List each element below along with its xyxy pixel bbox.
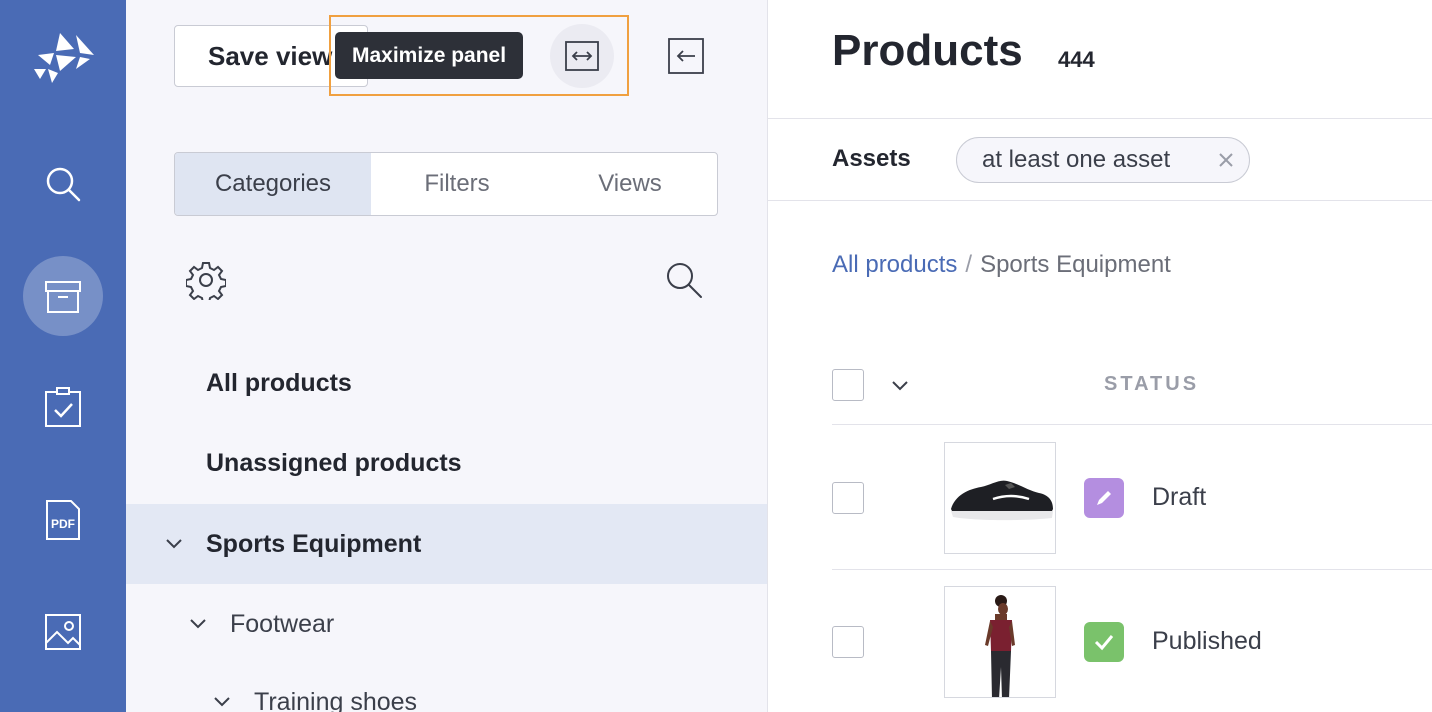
nav-tasks[interactable] xyxy=(0,367,126,447)
breadcrumb-current: Sports Equipment xyxy=(980,251,1171,278)
search-icon xyxy=(46,167,81,202)
logo-icon xyxy=(34,33,94,83)
gear-icon[interactable] xyxy=(186,260,226,300)
remove-filter-button[interactable] xyxy=(1215,138,1237,182)
tree-item-all-products[interactable]: All products xyxy=(126,343,767,423)
close-icon xyxy=(1219,153,1233,167)
category-search-icon[interactable] xyxy=(664,260,704,300)
nav-active-bubble xyxy=(23,256,103,336)
athlete-image xyxy=(985,595,1015,697)
row-checkbox[interactable] xyxy=(832,482,864,514)
nav-products[interactable] xyxy=(0,256,126,336)
pencil-icon xyxy=(1097,491,1111,505)
breadcrumb: All products / Sports Equipment xyxy=(832,251,1171,279)
tab-filters[interactable]: Filters xyxy=(371,153,543,215)
tab-categories[interactable]: Categories xyxy=(175,153,371,215)
status-text: Published xyxy=(1152,627,1262,655)
sneaker-image xyxy=(951,480,1053,521)
filter-chip-label: at least one asset xyxy=(982,146,1171,173)
categories-panel: Save view Maximize panel Categories Filt… xyxy=(126,0,768,712)
chevron-down-icon[interactable] xyxy=(164,534,184,554)
chevron-down-icon[interactable] xyxy=(188,614,208,634)
status-column-header[interactable]: STATUS xyxy=(1104,373,1199,396)
divider xyxy=(832,569,1432,570)
tree-item-sports-equipment[interactable]: Sports Equipment xyxy=(126,504,767,584)
divider xyxy=(768,118,1432,119)
products-content: Products 444 Assets at least one asset A… xyxy=(768,0,1432,712)
divider xyxy=(768,200,1432,201)
panel-tabs: Categories Filters Views xyxy=(174,152,718,216)
image-icon xyxy=(45,614,81,650)
tree-item-label: Footwear xyxy=(230,610,335,638)
logo[interactable] xyxy=(0,17,126,97)
main-nav: PDF xyxy=(0,0,126,712)
products-box-icon xyxy=(45,281,81,313)
row-checkbox[interactable] xyxy=(832,626,864,658)
divider xyxy=(832,424,1432,425)
tree-item-label: All products xyxy=(206,369,352,397)
nav-media[interactable] xyxy=(0,592,126,672)
tree-item-label: Unassigned products xyxy=(206,449,462,477)
tree-item-footwear[interactable]: Footwear xyxy=(126,584,767,664)
pdf-icon: PDF xyxy=(46,500,80,540)
product-thumbnail[interactable] xyxy=(944,586,1056,698)
tasks-clipboard-icon xyxy=(45,387,81,427)
product-thumbnail[interactable] xyxy=(944,442,1056,554)
maximize-panel-button[interactable] xyxy=(550,24,614,88)
maximize-panel-tooltip: Maximize panel xyxy=(335,32,524,79)
nav-search[interactable] xyxy=(0,144,126,224)
filter-chip[interactable]: at least one asset xyxy=(956,137,1250,183)
filter-label: Assets xyxy=(832,145,911,172)
tree-item-training-shoes[interactable]: Training shoes xyxy=(126,662,767,712)
collapse-panel-button[interactable] xyxy=(667,37,705,75)
page-title: Products xyxy=(832,26,1023,75)
status-badge xyxy=(1084,478,1124,518)
product-count: 444 xyxy=(1058,47,1095,72)
breadcrumb-root-link[interactable]: All products xyxy=(832,251,957,278)
chevron-down-icon[interactable] xyxy=(890,376,910,396)
breadcrumb-separator: / xyxy=(965,251,973,278)
nav-pdf[interactable]: PDF xyxy=(0,480,126,560)
expand-horizontal-icon xyxy=(565,41,599,71)
status-badge xyxy=(1084,622,1124,662)
tree-item-unassigned[interactable]: Unassigned products xyxy=(126,423,767,503)
status-text: Draft xyxy=(1152,483,1207,511)
tab-views[interactable]: Views xyxy=(543,153,717,215)
select-all-checkbox[interactable] xyxy=(832,369,864,401)
collapse-left-icon xyxy=(668,38,704,74)
chevron-down-icon[interactable] xyxy=(212,692,232,712)
tree-item-label: Training shoes xyxy=(254,688,418,712)
checkmark-icon xyxy=(1094,635,1114,651)
tree-item-label: Sports Equipment xyxy=(206,530,422,558)
svg-text:PDF: PDF xyxy=(51,517,75,531)
